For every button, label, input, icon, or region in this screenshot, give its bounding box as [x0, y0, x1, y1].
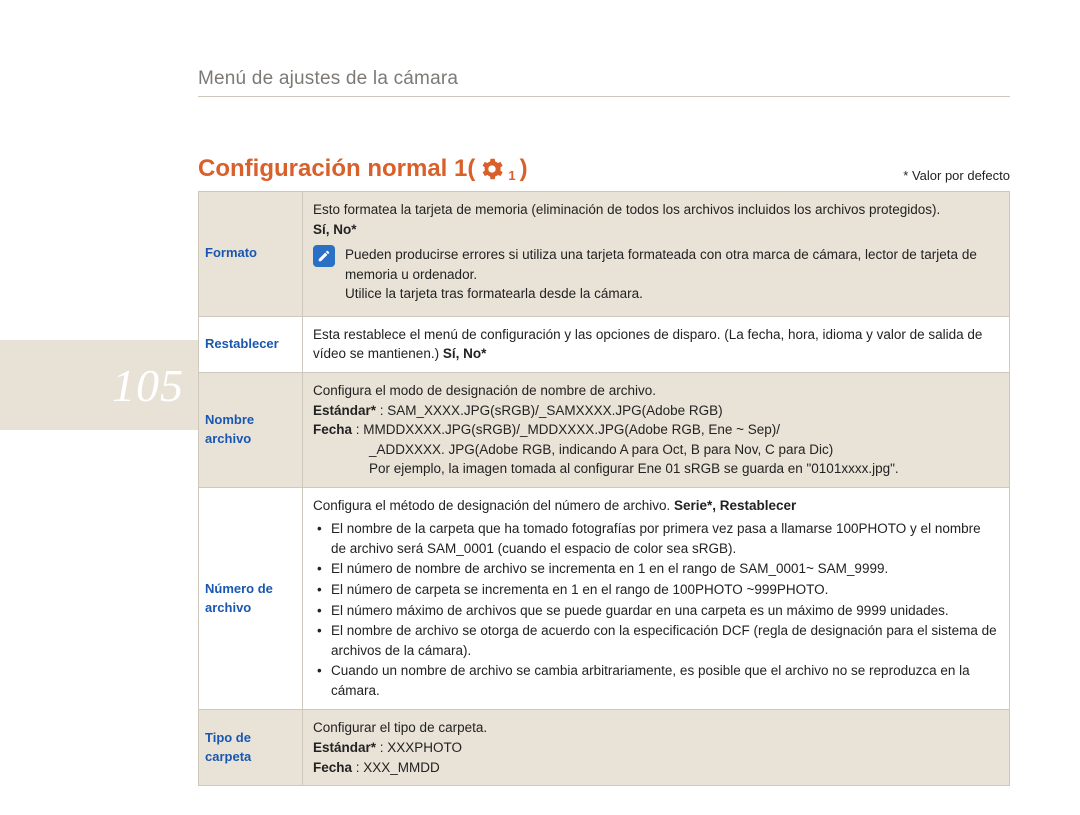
list-item: Cuando un nombre de archivo se cambia ar… — [313, 661, 999, 700]
label-numero-archivo: Número de archivo — [199, 487, 303, 710]
tipo-line1: Configurar el tipo de carpeta. — [313, 718, 999, 738]
row-tipo-carpeta: Tipo de carpeta Configurar el tipo de ca… — [199, 710, 1010, 786]
nombre-estandar-label: Estándar* — [313, 403, 376, 418]
breadcrumb: Menú de ajustes de la cámara — [198, 68, 1010, 97]
tipo-fecha-value: : XXX_MMDD — [352, 760, 440, 775]
nombre-fecha-label: Fecha — [313, 422, 352, 437]
cell-numero-archivo: Configura el método de designación del n… — [303, 487, 1010, 710]
numero-bullets: El nombre de la carpeta que ha tomado fo… — [313, 519, 999, 700]
label-restablecer: Restablecer — [199, 316, 303, 372]
tipo-fecha: Fecha : XXX_MMDD — [313, 758, 999, 778]
cell-formato: Esto formatea la tarjeta de memoria (eli… — [303, 192, 1010, 317]
restablecer-text: Esta restablece el menú de configuración… — [313, 327, 982, 362]
label-tipo-carpeta: Tipo de carpeta — [199, 710, 303, 786]
label-nombre-archivo: Nombre archivo — [199, 372, 303, 487]
row-numero-archivo: Número de archivo Configura el método de… — [199, 487, 1010, 710]
list-item: El número máximo de archivos que se pued… — [313, 601, 999, 621]
formato-note1: Pueden producirse errores si utiliza una… — [345, 245, 999, 284]
gear-subscript: 1 — [508, 168, 515, 183]
title-suffix: ) — [520, 155, 528, 183]
nombre-estandar: Estándar* : SAM_XXXX.JPG(sRGB)/_SAMXXXX.… — [313, 401, 999, 421]
list-item: El número de carpeta se incrementa en 1 … — [313, 580, 999, 600]
page-title: Configuración normal 1( 1 ) — [198, 155, 528, 183]
cell-tipo-carpeta: Configurar el tipo de carpeta. Estándar*… — [303, 710, 1010, 786]
nombre-estandar-value: : SAM_XXXX.JPG(sRGB)/_SAMXXXX.JPG(Adobe … — [376, 403, 723, 418]
title-prefix: Configuración normal 1( — [198, 155, 475, 183]
formato-note2: Utilice la tarjeta tras formatearla desd… — [345, 284, 999, 304]
nombre-fecha-line2: _ADDXXXX. JPG(Adobe RGB, indicando A par… — [313, 440, 999, 460]
list-item: El nombre de archivo se otorga de acuerd… — [313, 621, 999, 660]
page-number: 105 — [112, 359, 184, 412]
cell-restablecer: Esta restablece el menú de configuración… — [303, 316, 1010, 372]
manual-page: 105 Menú de ajustes de la cámara Configu… — [0, 0, 1080, 815]
nombre-fecha: Fecha : MMDDXXXX.JPG(sRGB)/_MDDXXXX.JPG(… — [313, 420, 999, 440]
tipo-estandar-label: Estándar* — [313, 740, 376, 755]
numero-intro-bold: Serie*, Restablecer — [674, 498, 796, 513]
cell-nombre-archivo: Configura el modo de designación de nomb… — [303, 372, 1010, 487]
row-restablecer: Restablecer Esta restablece el menú de c… — [199, 316, 1010, 372]
nombre-fecha-line3: Por ejemplo, la imagen tomada al configu… — [313, 459, 999, 479]
default-value-note: * Valor por defecto — [903, 168, 1010, 183]
list-item: El nombre de la carpeta que ha tomado fo… — [313, 519, 999, 558]
tipo-estandar: Estándar* : XXXPHOTO — [313, 738, 999, 758]
row-formato: Formato Esto formatea la tarjeta de memo… — [199, 192, 1010, 317]
formato-note: Pueden producirse errores si utiliza una… — [313, 245, 999, 304]
numero-intro-a: Configura el método de designación del n… — [313, 498, 674, 513]
nombre-fecha-value: : MMDDXXXX.JPG(sRGB)/_MDDXXXX.JPG(Adobe … — [352, 422, 780, 437]
numero-intro: Configura el método de designación del n… — [313, 496, 999, 516]
restablecer-bold: Sí, No* — [443, 346, 487, 361]
tipo-fecha-label: Fecha — [313, 760, 352, 775]
title-row: Configuración normal 1( 1 ) * Valor por … — [198, 155, 1010, 183]
options-table: Formato Esto formatea la tarjeta de memo… — [198, 191, 1010, 786]
list-item: El número de nombre de archivo se increm… — [313, 559, 999, 579]
content-area: Menú de ajustes de la cámara Configuraci… — [198, 68, 1040, 786]
gear-icon — [481, 158, 503, 180]
formato-note-body: Pueden producirse errores si utiliza una… — [345, 245, 999, 304]
tipo-estandar-value: : XXXPHOTO — [376, 740, 462, 755]
nombre-line1: Configura el modo de designación de nomb… — [313, 381, 999, 401]
page-number-band: 105 — [0, 340, 198, 430]
formato-options: Sí, No* — [313, 220, 999, 240]
note-icon — [313, 245, 335, 267]
row-nombre-archivo: Nombre archivo Configura el modo de desi… — [199, 372, 1010, 487]
formato-intro: Esto formatea la tarjeta de memoria (eli… — [313, 200, 999, 220]
label-formato: Formato — [199, 192, 303, 317]
